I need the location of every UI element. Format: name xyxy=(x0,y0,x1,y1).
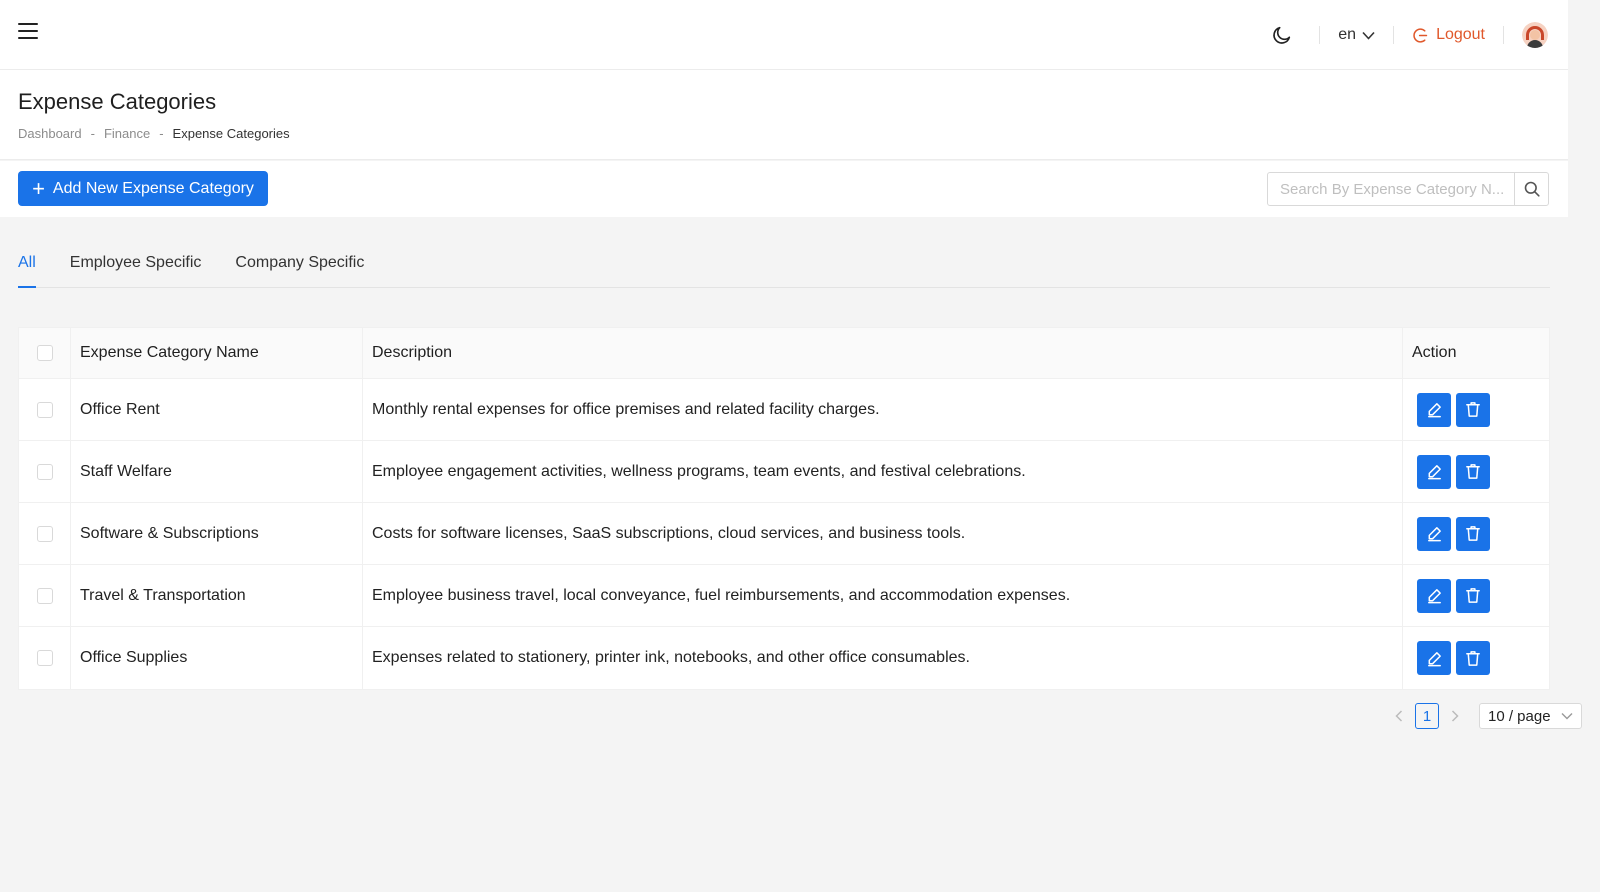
page-title: Expense Categories xyxy=(18,89,217,114)
tab-employee-specific[interactable]: Employee Specific xyxy=(70,252,202,287)
edit-button[interactable] xyxy=(1417,516,1451,551)
top-bar-actions: en Logout xyxy=(1271,0,1548,70)
breadcrumb: Dashboard - Finance - Expense Categories xyxy=(18,126,290,141)
table-row: Office Rent Monthly rental expenses for o… xyxy=(19,379,1549,441)
breadcrumb-dashboard[interactable]: Dashboard xyxy=(18,126,82,141)
edit-button[interactable] xyxy=(1417,454,1451,489)
edit-button[interactable] xyxy=(1417,641,1451,675)
table-row: Travel & Transportation Employee business… xyxy=(19,565,1549,627)
row-actions xyxy=(1403,441,1549,502)
trash-icon xyxy=(1466,650,1480,666)
row-checkbox[interactable] xyxy=(36,401,53,418)
row-actions xyxy=(1403,627,1549,689)
search-box xyxy=(1267,172,1549,206)
category-name: Office Rent xyxy=(71,379,363,440)
row-actions xyxy=(1403,379,1549,440)
trash-icon xyxy=(1466,526,1480,541)
avatar[interactable] xyxy=(1522,22,1548,48)
edit-icon xyxy=(1427,651,1441,666)
hamburger-icon[interactable] xyxy=(18,23,38,41)
logout-button[interactable]: Logout xyxy=(1394,26,1503,44)
category-description: Monthly rental expenses for office premi… xyxy=(363,379,1403,440)
category-name: Travel & Transportation xyxy=(71,565,363,626)
row-checkbox[interactable] xyxy=(36,650,53,666)
edit-icon xyxy=(1427,527,1441,542)
edit-icon xyxy=(1427,465,1441,480)
table-row: Office Supplies Expenses related to stati… xyxy=(19,627,1549,689)
edit-icon xyxy=(1427,403,1441,418)
top-bar: en Logout xyxy=(0,0,1568,70)
chevron-down-icon xyxy=(1561,713,1573,720)
page-number[interactable]: 1 xyxy=(1415,703,1439,729)
category-description: Employee engagement activities, wellness… xyxy=(363,441,1403,502)
category-description: Costs for software licenses, SaaS subscr… xyxy=(363,503,1403,564)
chevron-left-icon xyxy=(1395,710,1403,722)
trash-icon xyxy=(1466,402,1480,417)
column-header-description: Description xyxy=(363,328,1403,378)
search-button[interactable] xyxy=(1514,173,1548,205)
row-checkbox[interactable] xyxy=(36,587,53,604)
add-expense-category-button[interactable]: + Add New Expense Category xyxy=(18,171,268,206)
table-body: Office Rent Monthly rental expenses for o… xyxy=(19,379,1549,689)
language-label: en xyxy=(1338,26,1357,43)
search-input[interactable] xyxy=(1268,173,1514,205)
prev-page-button[interactable] xyxy=(1389,710,1409,722)
chevron-down-icon xyxy=(1362,31,1375,40)
category-name: Staff Welfare xyxy=(71,441,363,502)
tab-company-specific[interactable]: Company Specific xyxy=(235,252,364,287)
table-row: Staff Welfare Employee engagement activit… xyxy=(19,441,1549,503)
category-description: Expenses related to stationery, printer … xyxy=(363,627,1403,689)
breadcrumb-separator: - xyxy=(90,126,95,141)
filter-tabs: All Employee Specific Company Specific xyxy=(18,252,1550,288)
trash-icon xyxy=(1466,464,1480,479)
tab-all[interactable]: All xyxy=(18,252,36,288)
page-header: Expense Categories Dashboard - Finance -… xyxy=(0,70,1568,160)
page-size-select[interactable]: 10 / page xyxy=(1479,703,1582,729)
add-button-label: Add New Expense Category xyxy=(52,179,254,197)
table-header: Expense Category Name Description Action xyxy=(19,328,1549,379)
logout-icon xyxy=(1413,27,1428,43)
category-name: Office Supplies xyxy=(71,627,363,689)
breadcrumb-separator: - xyxy=(159,126,164,141)
next-page-button[interactable] xyxy=(1445,710,1465,722)
search-icon xyxy=(1524,181,1540,197)
logout-label: Logout xyxy=(1436,26,1485,43)
chevron-right-icon xyxy=(1451,710,1459,722)
delete-button[interactable] xyxy=(1456,392,1490,427)
action-bar: + Add New Expense Category xyxy=(0,161,1568,217)
delete-button[interactable] xyxy=(1456,641,1490,675)
expense-categories-table: Expense Category Name Description Action… xyxy=(18,327,1550,690)
language-selector[interactable]: en xyxy=(1320,26,1393,44)
edit-button[interactable] xyxy=(1417,392,1451,427)
edit-button[interactable] xyxy=(1417,578,1451,613)
delete-button[interactable] xyxy=(1456,578,1490,613)
category-description: Employee business travel, local conveyan… xyxy=(363,565,1403,626)
row-checkbox[interactable] xyxy=(36,463,53,480)
row-actions xyxy=(1403,565,1549,626)
select-all-checkbox[interactable] xyxy=(36,345,53,361)
pagination: 1 10 / page xyxy=(1389,703,1582,729)
moon-icon[interactable] xyxy=(1271,24,1293,46)
row-checkbox[interactable] xyxy=(36,525,53,542)
breadcrumb-current: Expense Categories xyxy=(172,126,290,141)
category-name: Software & Subscriptions xyxy=(71,503,363,564)
edit-icon xyxy=(1427,589,1441,604)
plus-icon: + xyxy=(32,175,45,201)
row-actions xyxy=(1403,503,1549,564)
divider xyxy=(1503,26,1504,44)
page-size-label: 10 / page xyxy=(1488,707,1551,725)
delete-button[interactable] xyxy=(1456,516,1490,551)
trash-icon xyxy=(1466,588,1480,603)
breadcrumb-finance[interactable]: Finance xyxy=(104,126,150,141)
column-header-action: Action xyxy=(1412,344,1457,361)
column-header-name: Expense Category Name xyxy=(71,328,363,378)
table-row: Software & Subscriptions Costs for softwa… xyxy=(19,503,1549,565)
delete-button[interactable] xyxy=(1456,454,1490,489)
